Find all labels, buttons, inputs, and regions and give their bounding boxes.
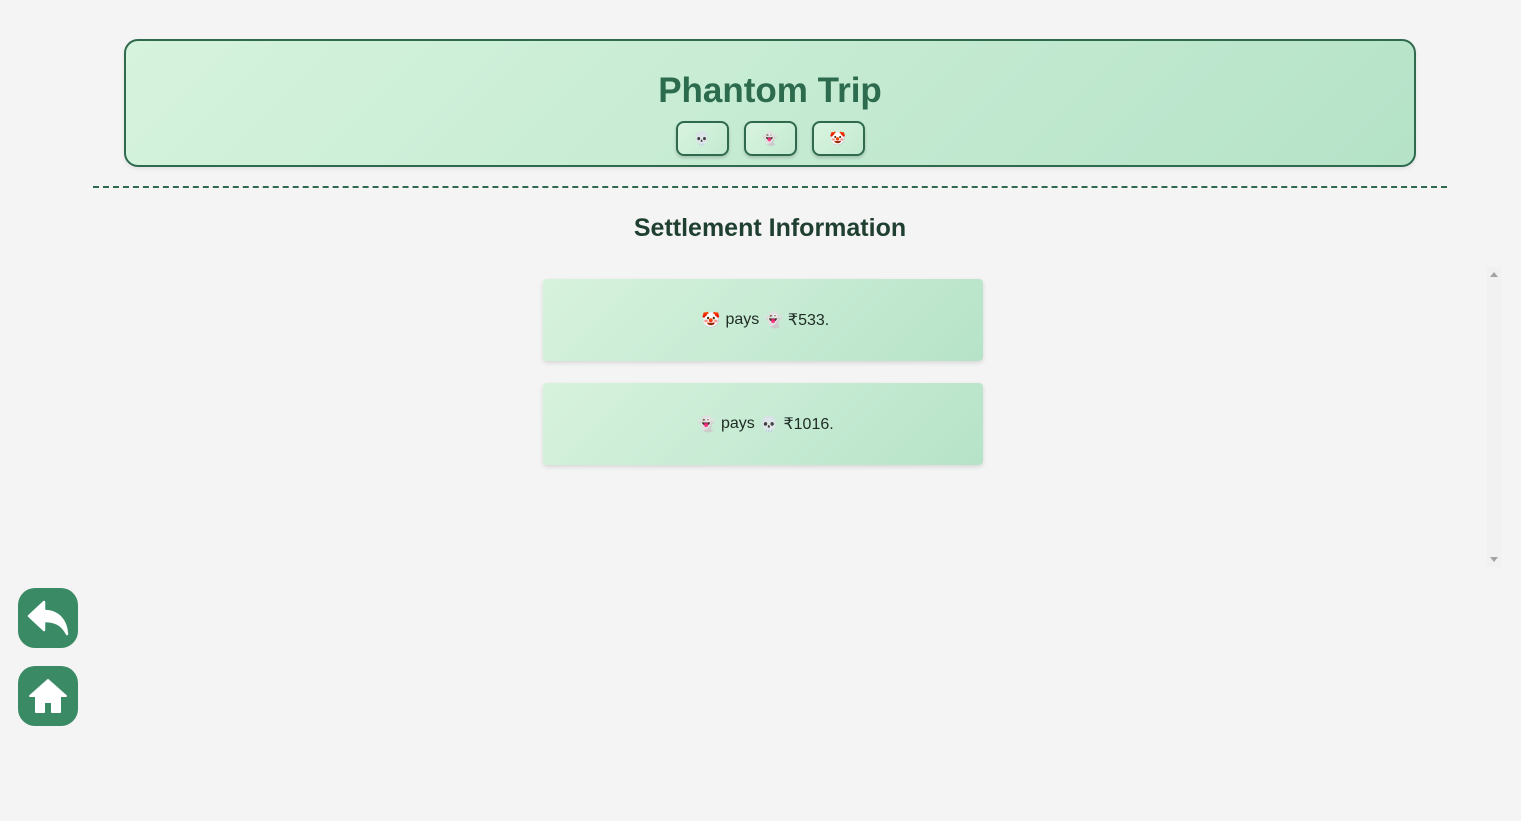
scroll-down-arrow-icon[interactable] xyxy=(1490,557,1498,562)
settlement-scrollbar[interactable] xyxy=(1487,267,1501,567)
settlement-item: 👻 pays 💀 ₹1016. xyxy=(543,383,983,465)
member-button-clown[interactable]: 🤡 xyxy=(811,121,865,156)
member-list: 💀 👻 🤡 xyxy=(126,121,1414,156)
settlement-verb: pays xyxy=(720,415,755,432)
member-button-ghost[interactable]: 👻 xyxy=(743,121,797,156)
trip-header-card: Phantom Trip 💀 👻 🤡 xyxy=(124,39,1416,167)
settlement-amount: ₹533. xyxy=(787,312,830,329)
scroll-up-arrow-icon[interactable] xyxy=(1490,272,1498,277)
settlement-item: 🤡 pays 👻 ₹533. xyxy=(543,279,983,361)
skull-icon: 💀 xyxy=(693,130,711,146)
skull-icon: 💀 xyxy=(759,416,779,433)
back-button[interactable] xyxy=(18,588,78,648)
back-arrow-icon xyxy=(27,600,69,636)
home-button[interactable] xyxy=(18,666,78,726)
clown-icon: 🤡 xyxy=(829,130,847,146)
ghost-icon: 👻 xyxy=(697,416,716,433)
clown-icon: 🤡 xyxy=(701,312,721,329)
home-icon xyxy=(29,679,67,713)
trip-title: Phantom Trip xyxy=(658,71,882,110)
settlement-verb: pays xyxy=(725,311,760,328)
member-button-skull[interactable]: 💀 xyxy=(675,121,729,156)
settlement-list: 🤡 pays 👻 ₹533. 👻 pays 💀 ₹1016. xyxy=(543,279,983,487)
settlement-amount: ₹1016. xyxy=(783,416,834,433)
settlement-title: Settlement Information xyxy=(633,214,907,242)
ghost-icon: 👻 xyxy=(764,312,783,329)
section-divider xyxy=(93,186,1447,188)
ghost-icon: 👻 xyxy=(761,130,779,146)
